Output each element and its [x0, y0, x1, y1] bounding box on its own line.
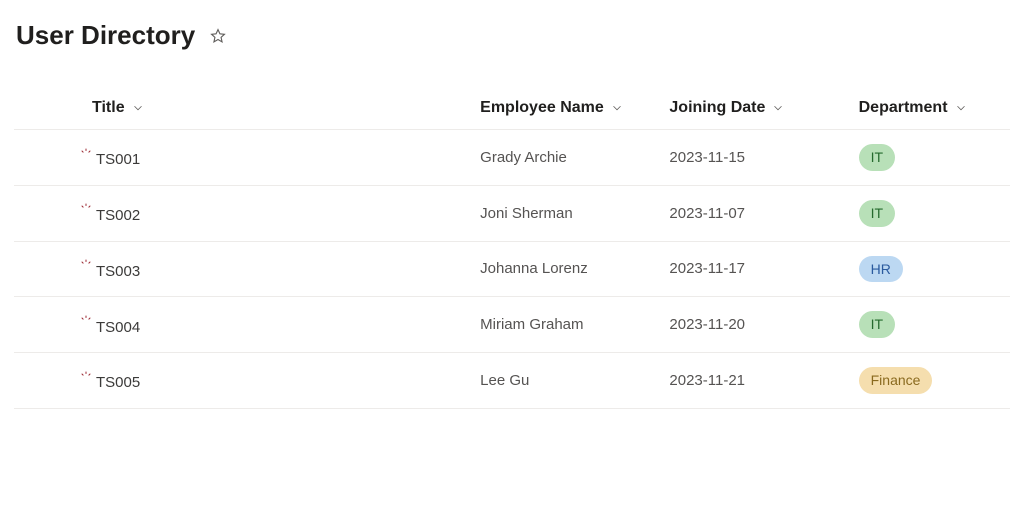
department-badge: HR	[859, 256, 903, 283]
employee-name: Lee Gu	[480, 372, 529, 389]
item-status-icon	[80, 315, 92, 327]
employee-name: Johanna Lorenz	[480, 260, 588, 277]
table-row[interactable]: TS005 Lee Gu 2023-11-21 Finance	[14, 353, 1010, 409]
cell-department: HR	[851, 241, 1010, 297]
cell-joining: 2023-11-20	[661, 297, 850, 353]
page-header: User Directory	[14, 20, 1010, 51]
department-badge: IT	[859, 311, 895, 338]
cell-employee: Miriam Graham	[472, 297, 661, 353]
joining-date: 2023-11-17	[669, 260, 745, 277]
item-status-icon	[80, 203, 92, 215]
cell-department: IT	[851, 130, 1010, 186]
department-badge: IT	[859, 144, 895, 171]
title-text: TS002	[96, 207, 140, 224]
joining-date: 2023-11-07	[669, 205, 745, 222]
employee-name: Miriam Graham	[480, 316, 583, 333]
favorite-star-icon[interactable]	[209, 27, 227, 45]
employee-name: Grady Archie	[480, 149, 567, 166]
chevron-down-icon	[610, 101, 624, 115]
chevron-down-icon	[131, 101, 145, 115]
column-header-label: Employee Name	[480, 99, 604, 117]
joining-date: 2023-11-15	[669, 149, 745, 166]
table-row[interactable]: TS004 Miriam Graham 2023-11-20 IT	[14, 297, 1010, 353]
user-table: Title Employee Name Joining Date	[14, 89, 1010, 409]
table-row[interactable]: TS002 Joni Sherman 2023-11-07 IT	[14, 185, 1010, 241]
department-badge: Finance	[859, 367, 933, 394]
employee-name: Joni Sherman	[480, 205, 573, 222]
cell-department: IT	[851, 297, 1010, 353]
page-title: User Directory	[16, 20, 195, 51]
column-header-label: Title	[92, 99, 125, 117]
cell-title: TS002	[14, 185, 472, 241]
cell-department: IT	[851, 185, 1010, 241]
title-text: TS005	[96, 374, 140, 391]
chevron-down-icon	[954, 101, 968, 115]
cell-employee: Grady Archie	[472, 130, 661, 186]
cell-employee: Joni Sherman	[472, 185, 661, 241]
cell-joining: 2023-11-21	[661, 353, 850, 409]
cell-joining: 2023-11-17	[661, 241, 850, 297]
column-header-department[interactable]: Department	[859, 99, 968, 117]
cell-title: TS004	[14, 297, 472, 353]
cell-joining: 2023-11-07	[661, 185, 850, 241]
table-row[interactable]: TS001 Grady Archie 2023-11-15 IT	[14, 130, 1010, 186]
cell-department: Finance	[851, 353, 1010, 409]
column-header-title[interactable]: Title	[92, 99, 145, 117]
item-status-icon	[80, 259, 92, 271]
item-status-icon	[80, 148, 92, 160]
column-header-label: Department	[859, 99, 948, 117]
column-header-label: Joining Date	[669, 99, 765, 117]
title-text: TS001	[96, 151, 140, 168]
item-status-icon	[80, 371, 92, 383]
joining-date: 2023-11-21	[669, 372, 745, 389]
cell-employee: Johanna Lorenz	[472, 241, 661, 297]
table-header-row: Title Employee Name Joining Date	[14, 89, 1010, 130]
cell-joining: 2023-11-15	[661, 130, 850, 186]
cell-title: TS003	[14, 241, 472, 297]
joining-date: 2023-11-20	[669, 316, 745, 333]
chevron-down-icon	[771, 101, 785, 115]
cell-title: TS001	[14, 130, 472, 186]
cell-title: TS005	[14, 353, 472, 409]
table-row[interactable]: TS003 Johanna Lorenz 2023-11-17 HR	[14, 241, 1010, 297]
column-header-joining[interactable]: Joining Date	[669, 99, 785, 117]
department-badge: IT	[859, 200, 895, 227]
column-header-employee[interactable]: Employee Name	[480, 99, 624, 117]
title-text: TS003	[96, 263, 140, 280]
cell-employee: Lee Gu	[472, 353, 661, 409]
title-text: TS004	[96, 319, 140, 336]
